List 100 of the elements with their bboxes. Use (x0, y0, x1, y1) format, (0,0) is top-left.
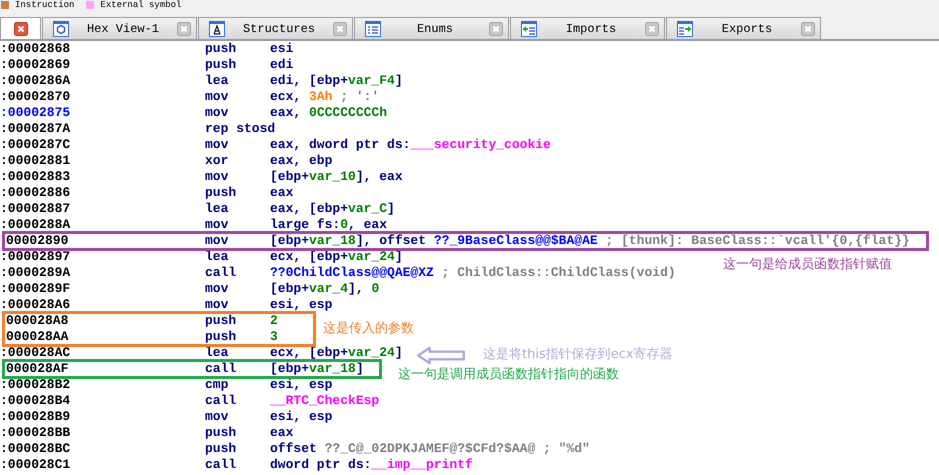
mnemonic: call (205, 267, 238, 279)
mnemonic: mov (205, 299, 230, 311)
mnemonic: push (205, 331, 238, 343)
tab-label: Exports (720, 22, 774, 36)
address: :00002868 (0, 43, 72, 55)
operand: esi, esp (270, 379, 332, 391)
operand: edi, [ebp+var_F4] (270, 75, 403, 87)
address: :000028B2 (0, 379, 72, 391)
mnemonic: mov (205, 235, 230, 247)
operand: 3 (270, 331, 278, 343)
address: 00002890 (5, 235, 70, 247)
address: :00002886 (0, 187, 72, 199)
annotation-note: 这是传入的参数 (323, 321, 414, 337)
mnemonic: call (205, 395, 238, 407)
mnemonic: push (205, 59, 238, 71)
address: :0000287A (0, 123, 72, 135)
address: :00002883 (0, 171, 72, 183)
tab-label: Structures (242, 22, 316, 36)
operand: eax, dword ptr ds:___security_cookie (270, 139, 551, 151)
address: :0000288A (0, 219, 72, 231)
address: :00002869 (0, 59, 72, 71)
mnemonic: mov (205, 219, 230, 231)
address: :0000289A (0, 267, 72, 279)
structure-icon (209, 20, 225, 36)
address: :00002887 (0, 203, 72, 215)
operand: offset ??_C@_02DPKJAMEF@?$CFd?$AA@ ; "%d" (270, 443, 590, 455)
operand: [ebp+var_18], offset ??_9BaseClass@@$BA@AE ; [thunk]: BaseClass::`vcall'{0,{flat}} (270, 235, 910, 247)
address: :000028BB (0, 427, 72, 439)
operand: dword ptr ds:__imp__printf (270, 459, 473, 471)
mnemonic: mov (205, 107, 230, 119)
mnemonic: mov (205, 91, 230, 103)
annotation-note: 这是将this指针保存到ecx寄存器 (483, 347, 673, 363)
mnemonic: lea (205, 75, 230, 87)
address: :000028AC (0, 347, 72, 359)
operand: eax, ebp (270, 155, 332, 167)
address: :00002897 (0, 251, 72, 263)
mnemonic: mov (205, 283, 230, 295)
annotation-note: 这一句是调用成员函数指针指向的函数 (398, 367, 619, 383)
tab[interactable]: Enums (354, 17, 509, 39)
list-icon (365, 20, 381, 36)
operand: 2 (270, 315, 278, 327)
operand: [ebp+var_18] (270, 363, 364, 375)
tab[interactable]: Exports (666, 17, 821, 39)
mnemonic: push (205, 187, 238, 199)
operand: ecx, [ebp+var_24] (270, 347, 403, 359)
address: :000028B9 (0, 411, 72, 423)
mnemonic: lea (205, 203, 230, 215)
operand: ecx, 3Ah ; ':' (270, 91, 380, 103)
mnemonic: push (205, 443, 238, 455)
mnemonic: call (205, 363, 238, 375)
address: :00002870 (0, 91, 72, 103)
operand: eax, 0CCCCCCCCh (270, 107, 388, 119)
mnemonic: call (205, 459, 238, 471)
address: :0000289F (0, 283, 72, 295)
address: :000028BC (0, 443, 72, 455)
address: :0000286A (0, 75, 72, 87)
address: 000028AF (5, 363, 70, 375)
operand: __RTC_CheckEsp (270, 395, 380, 407)
tab-label: Enums (416, 22, 454, 36)
mnemonic: push (205, 43, 238, 55)
operand: esi, esp (270, 299, 332, 311)
address: :00002875 (0, 107, 72, 119)
operand: esi, esp (270, 411, 332, 423)
address: :000028A6 (0, 299, 72, 311)
mnemonic: lea (205, 251, 230, 263)
operand: esi (270, 43, 294, 55)
address: :00002881 (0, 155, 72, 167)
tab[interactable] (0, 17, 41, 39)
mnemonic: mov (205, 139, 230, 151)
address: 000028A8 (5, 315, 70, 327)
mnemonic: mov (205, 411, 230, 423)
operand: [ebp+var_10], eax (270, 171, 403, 183)
address: 000028AA (5, 331, 70, 343)
operand: eax (270, 427, 294, 439)
mnemonic: mov (205, 171, 230, 183)
import-icon (521, 20, 537, 36)
mnemonic: xor (205, 155, 230, 167)
operand: ??0ChildClass@@QAE@XZ ; ChildClass::ChildClass(void) (270, 267, 676, 279)
operand: eax, [ebp+var_C] (270, 203, 395, 215)
mnemonic: lea (205, 347, 230, 359)
tab-label: Imports (564, 22, 618, 36)
legend-label: Instruction (15, 0, 74, 10)
legend-label: External symbol (100, 0, 182, 10)
mnemonic: cmp (205, 379, 230, 391)
tab[interactable]: Imports (510, 17, 665, 39)
tab-label: Hex View-1 (86, 22, 160, 36)
export-icon (677, 20, 693, 36)
close-icon[interactable] (14, 22, 28, 36)
operand: [ebp+var_4], 0 (270, 283, 380, 295)
mnemonic: push (205, 315, 238, 327)
operand: large fs:0, eax (270, 219, 388, 231)
operand: eax (270, 187, 294, 199)
tab[interactable]: Hex View-1 (42, 17, 197, 39)
tab[interactable]: Structures (198, 17, 353, 39)
operand: edi (270, 59, 294, 71)
annotation-note: 这一句是给成员函数指针赋值 (723, 257, 892, 273)
mnemonic: push (205, 427, 238, 439)
address: :000028B4 (0, 395, 72, 407)
address: :0000287C (0, 139, 72, 151)
address: :000028C1 (0, 459, 72, 471)
